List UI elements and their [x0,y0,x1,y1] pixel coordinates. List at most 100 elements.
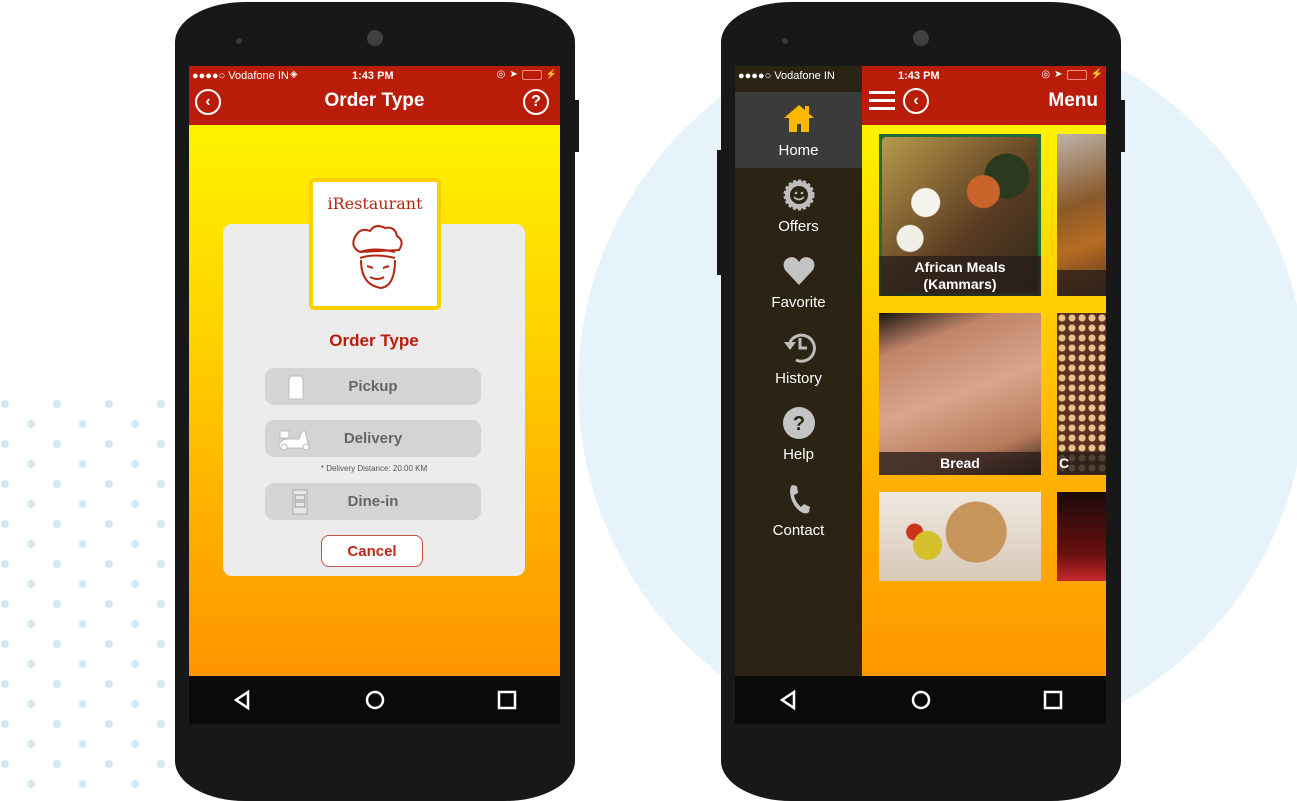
decor-dot [157,520,165,528]
decor-dot [131,660,139,668]
offers-badge-icon [783,179,815,211]
sidebar-item-offers[interactable]: Offers [735,168,862,244]
decor-dot [27,740,35,748]
decor-dot [79,500,87,508]
decor-dot [27,620,35,628]
sidebar-item-favorite[interactable]: Favorite [735,244,862,320]
decor-dot [53,600,61,608]
menu-tile-bread[interactable]: Bread [879,313,1041,475]
help-icon: ? [783,407,815,439]
sidebar-item-help[interactable]: ? Help [735,396,862,472]
home-circle-icon[interactable] [909,688,933,712]
svg-text:?: ? [793,413,805,435]
front-camera [367,30,383,46]
decor-dot [79,660,87,668]
decor-dot [1,400,9,408]
heart-icon [783,257,815,285]
decor-dot [53,560,61,568]
page-title: Menu [1048,90,1098,111]
help-button[interactable]: ? [523,89,549,115]
decor-dot [1,680,9,688]
restaurant-logo: iRestaurant [309,178,441,310]
question-icon: ? [531,93,541,110]
decor-dot [105,640,113,648]
delivery-button[interactable]: Delivery [265,420,481,457]
sidebar-item-history[interactable]: History [735,320,862,396]
sidebar-label: Favorite [771,294,826,311]
decor-dot [131,620,139,628]
decor-dot [53,480,61,488]
decor-dot [79,620,87,628]
decor-dot [53,760,61,768]
hamburger-menu-icon[interactable] [869,90,895,112]
delivery-label: Delivery [343,430,403,447]
decor-dot [157,480,165,488]
cancel-button[interactable]: Cancel [321,535,423,567]
side-menu: Home Offers Favorite History ? Help Cont… [735,66,862,676]
recents-square-icon[interactable] [495,688,519,712]
charging-icon: ⚡ [1090,69,1103,80]
decor-dot [131,420,139,428]
chevron-left-icon: ‹ [913,92,919,109]
decor-dot [131,540,139,548]
sidebar-item-contact[interactable]: Contact [735,472,862,548]
decor-dot [53,680,61,688]
decor-dot [157,720,165,728]
decor-dot [157,680,165,688]
decor-dot [157,760,165,768]
android-nav-bar [735,676,1106,724]
phone-order-type: ●●●●○ Vodafone IN ◈ 1:43 PM ◎ ➤ ⚡ ‹ Orde… [175,2,579,801]
home-icon [784,105,814,132]
status-bar-left: ●●●●○ Vodafone IN [735,66,862,92]
decor-dot [79,780,87,788]
decor-dot [1,600,9,608]
dialog-title: Order Type [329,331,419,350]
decor-dot [105,400,113,408]
recents-square-icon[interactable] [1041,688,1065,712]
clock: 1:43 PM [352,70,394,82]
decor-dot [131,780,139,788]
tile-caption: C [1057,452,1106,475]
decor-dot [1,640,9,648]
side-button [575,100,579,152]
decor-dot [27,660,35,668]
sidebar-item-home[interactable]: Home [735,92,862,168]
menu-tile-strawberry[interactable] [1057,492,1106,581]
proximity-sensor [782,38,788,44]
menu-tile-rice[interactable] [879,492,1041,581]
menu-tile-dessert[interactable] [1057,134,1106,296]
decor-dot [105,680,113,688]
decor-dot [131,580,139,588]
decor-dot [27,500,35,508]
decor-dot [157,600,165,608]
pickup-button[interactable]: Pickup [265,368,481,405]
decor-dot [79,420,87,428]
sidebar-label: Home [778,142,819,159]
back-triangle-icon[interactable] [777,688,801,712]
menu-screen: Home Offers Favorite History ? Help Cont… [735,66,1106,676]
decor-dot [105,520,113,528]
delivery-distance-note: * Delivery Distance: 20.00 KM [320,464,428,473]
decor-dot [53,520,61,528]
chef-icon [352,225,403,290]
decor-dot [1,560,9,568]
decor-dot [27,700,35,708]
decor-dot [105,720,113,728]
back-triangle-icon[interactable] [231,688,255,712]
status-icons: ◎ ➤ ⚡ [497,69,557,80]
wifi-icon: ◈ [290,69,298,80]
menu-tile-african-meals[interactable]: African Meals (Kammars) [879,134,1041,296]
location-arrow-icon: ➤ [509,69,518,80]
dine-in-button[interactable]: Dine-in [265,483,481,520]
menu-tile-cake[interactable]: C [1057,313,1106,475]
dine-in-label: Dine-in [347,493,399,510]
sidebar-label: Contact [772,522,825,539]
back-button[interactable]: ‹ [903,88,929,114]
menu-grid: African Meals (Kammars) Bread C [862,125,1106,676]
home-circle-icon[interactable] [363,688,387,712]
decor-dot [131,460,139,468]
order-type-screen: ●●●●○ Vodafone IN ◈ 1:43 PM ◎ ➤ ⚡ ‹ Orde… [189,66,560,676]
phone-menu: Home Offers Favorite History ? Help Cont… [717,2,1125,801]
decor-dot [1,760,9,768]
logo-text: iRestaurant [327,194,423,213]
